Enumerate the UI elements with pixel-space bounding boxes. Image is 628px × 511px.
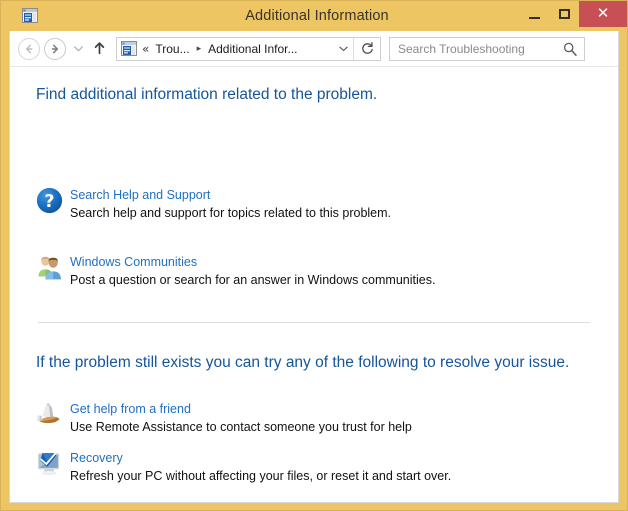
svg-text:?: ? <box>44 192 54 212</box>
minimize-button[interactable] <box>519 1 549 27</box>
item-icon-wrapper <box>36 400 70 428</box>
search-box[interactable] <box>389 36 585 61</box>
list-item-windows-communities[interactable]: Windows Communities Post a question or s… <box>36 253 592 289</box>
title-bar: Additional Information ✕ <box>1 1 627 31</box>
list-item-online-support[interactable]: Online Support For technical assistance,… <box>36 500 592 503</box>
link-windows-communities[interactable]: Windows Communities <box>70 254 197 270</box>
maximize-button[interactable] <box>549 1 579 27</box>
link-recovery[interactable]: Recovery <box>70 450 123 466</box>
item-description: Use Remote Assistance to contact someone… <box>70 420 412 434</box>
breadcrumb-dropdown-button[interactable] <box>333 46 353 52</box>
help-question-icon: ? <box>36 187 63 214</box>
list-item-search-help-and-support[interactable]: ? Search Help and Support Search help an… <box>36 186 592 222</box>
remote-assistance-icon <box>37 403 60 424</box>
item-icon-wrapper: ? <box>36 186 70 214</box>
item-body: Search Help and Support Search help and … <box>70 186 592 222</box>
link-get-help-from-a-friend[interactable]: Get help from a friend <box>70 401 191 417</box>
up-arrow-icon <box>94 42 104 55</box>
breadcrumb-troubleshooting-icon <box>121 41 137 56</box>
section-divider <box>38 322 590 323</box>
breadcrumb-overflow-chevrons[interactable]: « <box>142 42 149 56</box>
chevron-down-icon <box>73 45 83 51</box>
section-heading-2: If the problem still exists you can try … <box>36 354 570 371</box>
forward-button[interactable] <box>44 37 66 60</box>
item-icon-wrapper <box>36 253 70 281</box>
recovery-monitor-check-icon <box>38 453 60 475</box>
search-input[interactable] <box>398 41 562 56</box>
item-body: Get help from a friend Use Remote Assist… <box>70 400 592 436</box>
close-button[interactable]: ✕ <box>579 1 627 27</box>
up-level-button[interactable] <box>88 38 110 60</box>
breadcrumb-bar[interactable]: « Trou... ▸ Additional Infor... <box>116 36 381 61</box>
item-body: Recovery Refresh your PC without affecti… <box>70 449 592 485</box>
item-description: Refresh your PC without affecting your f… <box>70 469 452 483</box>
item-body: Windows Communities Post a question or s… <box>70 253 592 289</box>
link-online-support[interactable]: Online Support <box>70 501 153 502</box>
window-controls: ✕ <box>519 1 627 31</box>
back-arrow-icon <box>25 44 33 53</box>
breadcrumb-parent[interactable]: Trou... <box>155 42 189 56</box>
list-item-get-help-from-a-friend[interactable]: Get help from a friend Use Remote Assist… <box>36 400 592 436</box>
item-icon-wrapper <box>36 500 70 503</box>
troubleshooting-icon <box>22 8 38 23</box>
maximize-icon <box>558 9 570 19</box>
item-body: Online Support For technical assistance,… <box>70 500 592 502</box>
close-icon: ✕ <box>596 4 610 22</box>
minimize-icon <box>528 16 540 19</box>
application-window: Additional Information ✕ « Trou... ▸ Add… <box>0 0 628 511</box>
item-description: Post a question or search for an answer … <box>70 273 436 287</box>
recent-locations-button[interactable] <box>70 45 86 52</box>
breadcrumb-separator: ▸ <box>196 43 202 54</box>
item-icon-wrapper <box>36 449 70 477</box>
item-description: Search help and support for topics relat… <box>70 206 392 220</box>
search-icon[interactable] <box>562 41 578 57</box>
chevron-down-icon <box>338 46 348 51</box>
client-area: « Trou... ▸ Additional Infor... Search T… <box>9 31 619 503</box>
page-content: Find additional information related to t… <box>10 67 618 501</box>
forward-arrow-icon <box>51 44 59 53</box>
section-heading-1: Find additional information related to t… <box>36 86 378 103</box>
address-toolbar: « Trou... ▸ Additional Infor... <box>10 31 618 67</box>
windows-communities-people-icon <box>38 256 61 280</box>
back-button[interactable] <box>18 37 40 60</box>
refresh-button[interactable] <box>354 38 380 60</box>
refresh-icon <box>361 42 373 54</box>
list-item-recovery[interactable]: Recovery Refresh your PC without affecti… <box>36 449 592 485</box>
breadcrumb-current[interactable]: Additional Infor... <box>208 42 297 56</box>
online-support-globe-icon <box>36 501 64 503</box>
link-search-help-and-support[interactable]: Search Help and Support <box>70 187 210 203</box>
